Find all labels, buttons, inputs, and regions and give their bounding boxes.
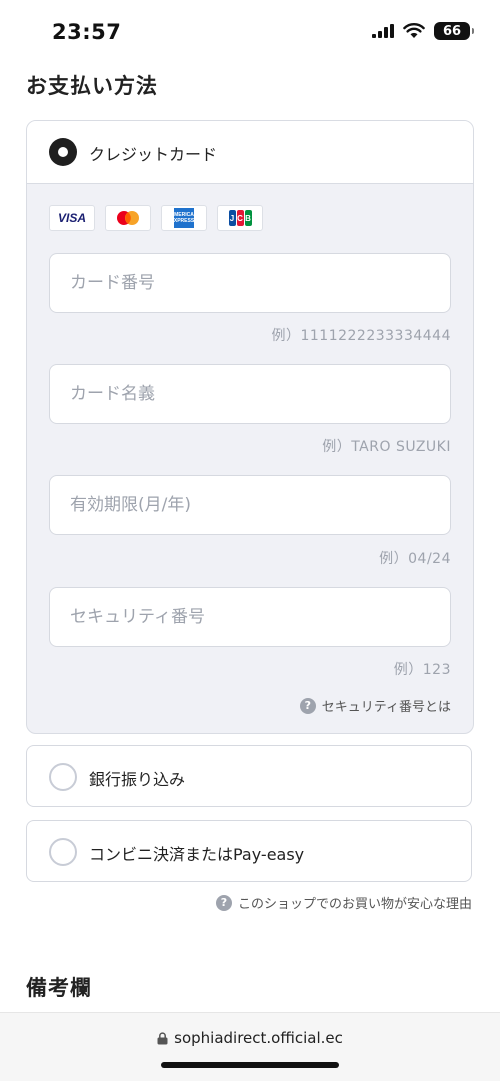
bank-transfer-radio[interactable] <box>49 763 77 791</box>
amex-icon: AMERICAN EXPRESS <box>171 208 197 228</box>
convenience-store-label: コンビニ決済またはPay-easy <box>89 845 305 864</box>
wifi-icon <box>403 23 425 38</box>
shop-safety-help-link[interactable]: ? このショップでのお買い物が安心な理由 <box>215 893 472 912</box>
expiry-example: 例）04/24 <box>379 551 451 567</box>
expiry-input[interactable] <box>49 475 451 535</box>
security-code-help-link[interactable]: ? セキュリティ番号とは <box>299 696 451 715</box>
mastercard-icon <box>117 211 139 225</box>
card-number-example: 例）1111222233334444 <box>271 328 451 344</box>
payment-method-title: お支払い方法 <box>26 74 158 98</box>
status-icons: 66 <box>372 22 474 40</box>
bank-transfer-option[interactable]: 銀行振り込み <box>26 745 472 807</box>
bank-transfer-label: 銀行振り込み <box>89 770 186 789</box>
battery-icon: 66 <box>434 22 474 40</box>
home-indicator[interactable] <box>161 1062 339 1068</box>
url-display[interactable]: sophiadirect.official.ec <box>0 1029 500 1047</box>
security-code-example: 例）123 <box>393 662 451 678</box>
credit-card-label: クレジットカード <box>89 145 218 164</box>
credit-card-panel: クレジットカード VISA AMERICAN EXPRESS J C B カード… <box>26 120 474 734</box>
browser-url-bar[interactable]: sophiadirect.official.ec <box>0 1012 500 1081</box>
convenience-store-radio[interactable] <box>49 838 77 866</box>
security-code-help-text: セキュリティ番号とは <box>321 700 451 715</box>
convenience-store-option[interactable]: コンビニ決済またはPay-easy <box>26 820 472 882</box>
card-brand-row: VISA AMERICAN EXPRESS J C B <box>49 205 263 231</box>
shop-safety-help-text: このショップでのお買い物が安心な理由 <box>237 897 472 912</box>
mastercard-logo <box>105 205 151 231</box>
card-holder-example: 例）TARO SUZUKI <box>322 439 451 455</box>
status-time: 23:57 <box>52 20 122 44</box>
url-text: sophiadirect.official.ec <box>174 1029 343 1047</box>
credit-card-option[interactable]: クレジットカード <box>27 121 473 184</box>
status-bar: 23:57 66 <box>0 0 500 64</box>
credit-card-radio[interactable] <box>49 138 77 166</box>
lock-icon <box>157 1032 168 1045</box>
visa-text: VISA <box>57 211 86 225</box>
card-holder-input[interactable] <box>49 364 451 424</box>
cellular-signal-icon <box>372 24 394 38</box>
jcb-logo: J C B <box>217 205 263 231</box>
visa-logo: VISA <box>49 205 95 231</box>
question-icon: ? <box>299 697 316 714</box>
card-number-input[interactable] <box>49 253 451 313</box>
security-code-input[interactable] <box>49 587 451 647</box>
remarks-title: 備考欄 <box>26 976 92 1000</box>
question-icon: ? <box>215 894 232 911</box>
jcb-icon: J C B <box>228 210 252 226</box>
amex-logo: AMERICAN EXPRESS <box>161 205 207 231</box>
